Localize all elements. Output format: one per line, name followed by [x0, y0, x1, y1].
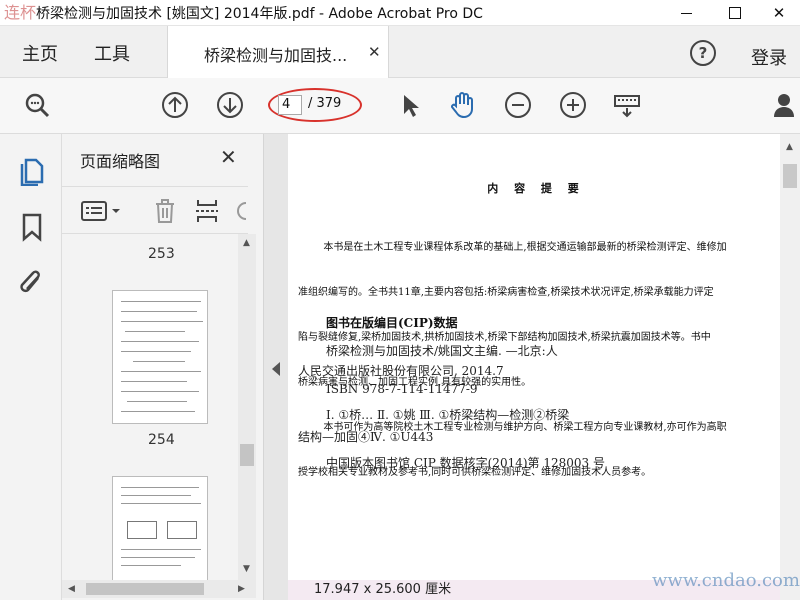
page-up-icon[interactable]	[160, 90, 190, 120]
tab-tools[interactable]: 工具	[94, 40, 130, 66]
summary-line: 本书是在土木工程专业课程体系改革的基础上,根据交通运输部最新的桥梁检测评定、维修…	[298, 242, 727, 253]
watermark: www.cndao.com	[652, 570, 800, 591]
cip-title: 图书在版编目(CIP)数据	[326, 316, 458, 330]
total-pages: / 379	[308, 96, 342, 111]
attachment-icon[interactable]	[18, 268, 46, 300]
thumbnail-panel: 页面缩略图 ✕ 253 254 ▲ ▼ ◀ ▶	[62, 134, 264, 600]
title-bar: 连杯网 桥梁检测与加固技术 [姚国文] 2014年版.pdf - Adobe A…	[0, 0, 800, 44]
page-down-icon[interactable]	[215, 90, 245, 120]
zoom-out-icon[interactable]	[503, 90, 533, 120]
thumbnail-page-label: 253	[148, 246, 175, 262]
scroll-keyboard-icon[interactable]	[612, 90, 642, 120]
collapse-panel-icon[interactable]	[272, 362, 280, 376]
login-button[interactable]: 登录	[751, 44, 787, 70]
summary-line: 准组织编写的。全书共11章,主要内容包括:桥梁病害检查,桥梁技术状况评定,桥梁承…	[298, 287, 714, 298]
thumbnail-page-label: 254	[148, 432, 175, 448]
pdf-page: 内 容 提 要 本书是在土木工程专业课程体系改革的基础上,根据交通运输部最新的桥…	[288, 134, 784, 600]
summary-heading: 内 容 提 要	[487, 182, 585, 195]
zoom-icon[interactable]	[22, 90, 52, 120]
scroll-down-icon[interactable]: ▼	[243, 564, 250, 574]
document-view: 内 容 提 要 本书是在土木工程专业课程体系改革的基础上,根据交通运输部最新的桥…	[264, 134, 800, 600]
menu-tab-bar: 主页 工具 桥梁检测与加固技... ✕	[0, 26, 800, 78]
close-tab-icon[interactable]: ✕	[368, 43, 381, 61]
navigation-rail	[0, 134, 62, 600]
main-toolbar: 4 / 379	[0, 78, 800, 134]
thumbnail-horizontal-scrollbar[interactable]: ◀ ▶	[62, 580, 256, 598]
scroll-up-icon[interactable]: ▲	[243, 238, 250, 248]
user-icon[interactable]	[772, 90, 800, 120]
cip-line: 桥梁检测与加固技术/姚国文主编. —北京:人	[326, 344, 558, 358]
thumbnail-toolbar	[62, 186, 248, 234]
cip-line: 结构—加固④Ⅳ. ①U443	[298, 430, 434, 444]
minimize-button[interactable]	[663, 0, 709, 26]
thumbnail-vertical-scrollbar[interactable]: ▲ ▼	[238, 234, 256, 580]
cip-line: ISBN 978-7-114-11477-9	[326, 382, 478, 396]
current-page-input[interactable]: 4	[278, 95, 302, 115]
select-arrow-icon[interactable]	[396, 90, 426, 120]
document-tab-label: 桥梁检测与加固技...	[204, 46, 348, 65]
cip-line: 人民交通出版社股份有限公司, 2014.7	[298, 364, 504, 378]
site-logo: 连杯网	[4, 3, 37, 44]
cip-line: Ⅰ. ①桥… Ⅱ. ①姚 Ⅲ. ①桥梁结构—检测②桥梁	[326, 408, 570, 422]
cip-line: 中国版本图书馆 CIP 数据核字(2014)第 128003 号	[326, 456, 605, 470]
hand-icon[interactable]	[448, 90, 478, 120]
scroll-right-icon[interactable]: ▶	[238, 584, 245, 594]
page-thumbnails-icon[interactable]	[18, 156, 46, 186]
document-vertical-scrollbar[interactable]: ▲	[780, 134, 800, 600]
scrollbar-thumb[interactable]	[240, 444, 254, 466]
bookmark-icon[interactable]	[18, 212, 46, 242]
extract-page-icon[interactable]	[194, 197, 220, 225]
close-window-button[interactable]: ✕	[756, 0, 800, 26]
document-tab[interactable]: 桥梁检测与加固技... ✕	[167, 26, 389, 78]
scrollbar-thumb[interactable]	[783, 164, 797, 188]
help-icon[interactable]: ?	[690, 40, 716, 66]
scroll-up-icon[interactable]: ▲	[786, 142, 793, 152]
thumbnail-page-255[interactable]	[112, 476, 208, 580]
scrollbar-thumb[interactable]	[86, 583, 204, 595]
tab-home[interactable]: 主页	[22, 40, 58, 66]
window-title: 桥梁检测与加固技术 [姚国文] 2014年版.pdf - Adobe Acrob…	[36, 6, 483, 22]
delete-page-icon[interactable]	[152, 197, 178, 225]
page-navigator: 4 / 379	[268, 88, 362, 122]
scroll-left-icon[interactable]: ◀	[68, 584, 75, 594]
thumbnail-page-254[interactable]	[112, 290, 208, 424]
close-panel-icon[interactable]: ✕	[220, 145, 237, 169]
thumbnail-list: 253 254	[62, 234, 238, 580]
panel-title: 页面缩略图	[80, 152, 161, 171]
maximize-button[interactable]	[712, 0, 758, 26]
options-menu-icon[interactable]	[80, 199, 124, 223]
zoom-in-icon[interactable]	[558, 90, 588, 120]
rotate-page-icon[interactable]	[234, 199, 248, 223]
